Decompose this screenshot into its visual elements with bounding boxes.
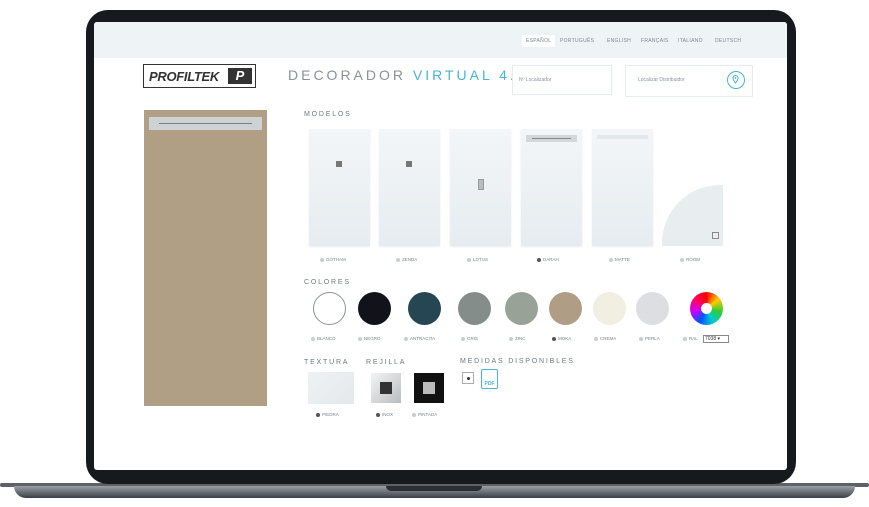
grate-heading: REJILLA [366,359,407,366]
language-bar: ESPAÑOL PORTUGUÊS ENGLISH FRANÇAIS ITALI… [94,22,787,58]
model-option-room[interactable]: ROOM [680,257,700,262]
grate-thumb-pintada[interactable] [414,373,444,403]
color-swatch-blanco[interactable] [313,292,346,325]
color-wheel-ral-icon[interactable] [690,292,723,325]
color-swatch-moka[interactable] [549,292,582,325]
grate-option-inox[interactable]: INOX [376,412,393,417]
color-swatch-gris[interactable] [458,292,491,325]
title-main: DECORADOR [288,67,407,83]
grate-option-pintada[interactable]: PINTADA [412,412,437,417]
app-screen: ESPAÑOL PORTUGUÊS ENGLISH FRANÇAIS ITALI… [94,22,787,470]
find-distributor-button[interactable]: Localizar Distribuidor [625,65,753,97]
model-thumb-gotham[interactable] [309,129,370,246]
lang-de[interactable]: DEUTSCH [715,38,741,44]
sizes-heading: MEDIDAS DISPONIBLES [460,358,575,365]
color-option-blanco[interactable]: BLANCO [311,336,336,341]
location-pin-icon [727,71,745,89]
model-thumb-zenda[interactable] [379,129,440,246]
model-option-darah[interactable]: DARAH [537,257,559,262]
size-checkbox[interactable] [462,372,474,384]
lang-en[interactable]: ENGLISH [607,38,631,44]
color-swatch-negro[interactable] [358,292,391,325]
texture-thumb-piedra[interactable] [308,372,354,404]
page-title: DECORADOR VIRTUAL 4.0 [288,67,528,83]
color-option-negro[interactable]: NEGRO [358,336,381,341]
color-swatch-perla[interactable] [636,292,669,325]
find-distributor-label: Localizar Distribuidor [638,77,685,83]
model-option-lotus[interactable]: LOTUS [467,257,488,262]
color-option-zinc[interactable]: ZINC [509,336,526,341]
color-option-moka[interactable]: MOKA [552,336,571,341]
laptop-notch [386,486,482,491]
preview-drain-grate [149,117,262,130]
model-option-matte[interactable]: MATTE [609,257,630,262]
color-option-gris[interactable]: GRIS [461,336,478,341]
model-thumb-darah[interactable] [521,129,582,246]
colors-heading: COLORES [304,279,351,286]
brand-name: PROFILTEK [149,68,219,84]
model-thumb-matte[interactable] [592,129,653,246]
color-swatch-antracita[interactable] [408,292,441,325]
model-option-zenda[interactable]: ZENDA [396,257,417,262]
locator-input[interactable] [512,65,612,95]
color-option-ral[interactable]: RAL [683,336,698,341]
color-option-antracita[interactable]: ANTRACITA [404,336,435,341]
models-heading: MODELOS [304,111,352,118]
brand-logo[interactable]: PROFILTEK P [143,64,256,88]
lang-es[interactable]: ESPAÑOL [522,35,556,47]
texture-heading: TEXTURA [304,359,350,366]
title-accent: VIRTUAL 4.0 [412,67,528,83]
shower-tray-preview [144,110,267,406]
lang-pt[interactable]: PORTUGUÊS [560,38,594,44]
brand-mark-icon: P [228,68,252,84]
pdf-download-icon[interactable]: PDF [481,369,498,389]
texture-option-piedra[interactable]: PIEDRA [316,412,339,417]
model-option-gotham[interactable]: GOTHAM [320,257,346,262]
grate-thumb-inox[interactable] [371,373,401,403]
color-swatch-crema[interactable] [593,292,626,325]
color-swatch-zinc[interactable] [505,292,538,325]
color-option-crema[interactable]: CREMA [594,336,616,341]
ral-code-select[interactable]: 7038 ▾ [703,335,729,343]
lang-fr[interactable]: FRANÇAIS [641,38,669,44]
model-thumb-lotus[interactable] [450,129,511,246]
model-thumb-room[interactable] [662,185,723,246]
lang-it[interactable]: ITALIANO [678,38,703,44]
color-option-perla[interactable]: PERLA [639,336,660,341]
